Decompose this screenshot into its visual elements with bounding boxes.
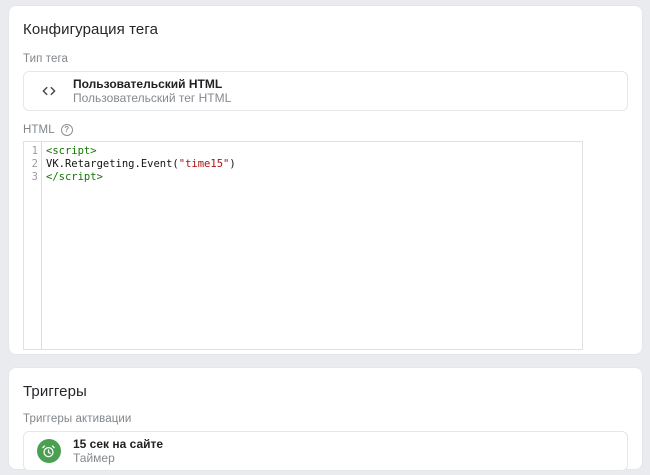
code-line: VK.Retargeting.Event("time15"): [46, 158, 236, 171]
code-icon: [24, 82, 73, 100]
line-number: 3: [24, 171, 38, 184]
tag-configuration-title: Конфигурация тега: [23, 21, 628, 38]
code-gutter: 1 2 3: [24, 142, 42, 349]
triggers-title: Триггеры: [23, 383, 628, 400]
tag-configuration-card: Конфигурация тега Тип тега Пользовательс…: [8, 5, 643, 355]
tag-type-name: Пользовательский HTML: [73, 77, 231, 91]
help-icon[interactable]: ?: [61, 124, 73, 136]
line-number: 2: [24, 158, 38, 171]
trigger-type: Таймер: [73, 451, 163, 465]
trigger-card[interactable]: 15 сек на сайте Таймер: [23, 431, 628, 471]
html-code-editor[interactable]: 1 2 3 <script> VK.Retargeting.Event("tim…: [23, 141, 583, 350]
line-number: 1: [24, 145, 38, 158]
page: { "colors": { "page_background": "#e9ebe…: [0, 5, 650, 475]
timer-icon: [41, 444, 56, 459]
html-field-label: HTML: [23, 124, 55, 136]
tag-type-label: Тип тега: [23, 53, 628, 65]
timer-icon-circle: [37, 439, 61, 463]
triggers-card: Триггеры Триггеры активации 15 сек на са…: [8, 367, 643, 470]
code-line: </script>: [46, 171, 236, 184]
code-line: <script>: [46, 145, 236, 158]
firing-triggers-label: Триггеры активации: [23, 413, 628, 425]
trigger-name: 15 сек на сайте: [73, 437, 163, 451]
tag-type-description: Пользовательский тег HTML: [73, 91, 231, 105]
tag-type-card[interactable]: Пользовательский HTML Пользовательский т…: [23, 71, 628, 111]
